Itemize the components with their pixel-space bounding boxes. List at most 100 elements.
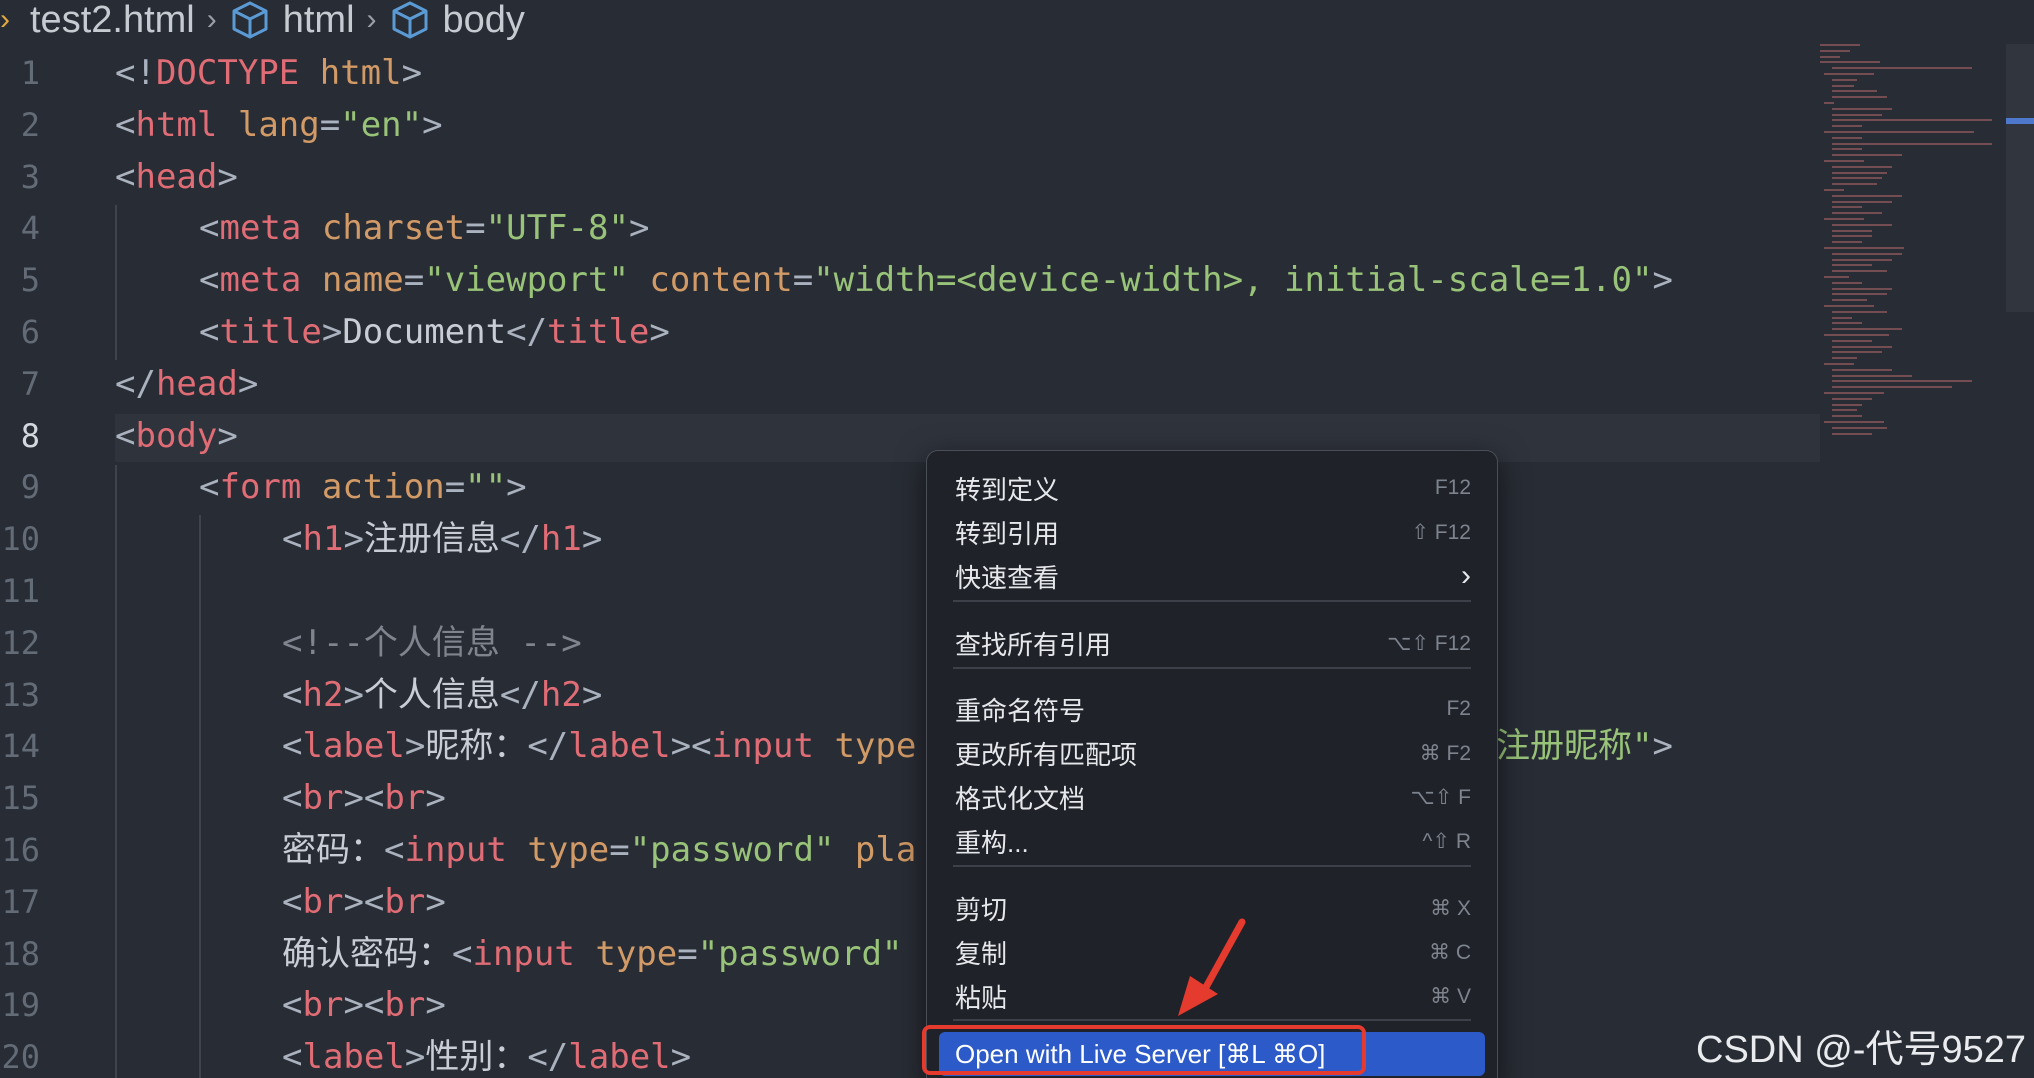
line-number: 4 (20, 209, 40, 248)
code-token: </ (527, 1037, 569, 1078)
code-line[interactable]: <h1>注册信息</h1> (282, 513, 602, 565)
minimap-line (1820, 55, 1840, 58)
code-token: 确认密码： (282, 933, 452, 974)
chevron-right-icon: › (0, 3, 10, 36)
code-token: < (452, 933, 473, 974)
menu-item-find-all-references[interactable]: 查找所有引用 ⌥⇧ F12 (927, 621, 1497, 665)
minimap-line (1824, 160, 1864, 162)
code-token: < (199, 312, 220, 352)
minimap-line (1824, 73, 1874, 75)
line-number: 2 (20, 105, 40, 144)
menu-item-shortcut: ⌘ V (1430, 984, 1471, 1008)
code-token: "" (465, 467, 507, 508)
code-line[interactable]: <head> (115, 151, 238, 203)
chevron-right-icon: › (1461, 559, 1471, 592)
code-token: pla (854, 830, 917, 870)
minimap-line (1820, 61, 1880, 64)
code-line-tail[interactable]: 注册昵称"> (1496, 720, 1673, 772)
code-line[interactable]: <form action=""> (199, 461, 527, 513)
code-line[interactable]: 确认密码：<input type="password" (282, 928, 902, 980)
code-line[interactable]: <meta charset="UTF-8"> (199, 202, 649, 254)
menu-item-shortcut: F2 (1446, 697, 1471, 720)
menu-item-refactor[interactable]: 重构... ^⇧ R (927, 819, 1497, 863)
code-line[interactable]: <label>性别：</label> (282, 1031, 691, 1078)
code-line[interactable]: <!DOCTYPE html> (115, 47, 422, 99)
menu-item-shortcut: ⌘ C (1429, 940, 1471, 964)
line-number: 8 (20, 416, 40, 455)
code-token: h2 (540, 674, 582, 715)
code-token: type (595, 933, 678, 974)
code-token: < (282, 726, 303, 767)
code-line[interactable]: <html lang="en"> (115, 99, 443, 151)
minimap-line (1832, 415, 1862, 418)
menu-item-format-document[interactable]: 格式化文档 ⌥⇧ F (927, 775, 1497, 819)
code-token: </ (499, 674, 541, 715)
breadcrumb-file[interactable]: test2.html (30, 0, 195, 42)
minimap-line (1832, 432, 1872, 435)
code-line[interactable]: <br><br> (282, 979, 446, 1031)
menu-item-shortcut: ⇧ F12 (1411, 520, 1471, 544)
editor-window: › test2.html › html › body 1 <!DOCTYPE ht… (0, 0, 2034, 1078)
line-number: 6 (20, 313, 40, 351)
code-token: > (1652, 726, 1673, 767)
code-token: name (321, 260, 404, 301)
code-line[interactable]: <br><br> (282, 772, 446, 824)
code-token: > (670, 1037, 692, 1078)
breadcrumb-separator-icon: › (366, 3, 377, 36)
menu-item-go-to-references[interactable]: 转到引用 ⇧ F12 (927, 510, 1497, 554)
code-token: br (302, 778, 344, 819)
code-token: > (343, 519, 364, 560)
minimap-line (1824, 305, 1874, 307)
menu-item-go-to-definition[interactable]: 转到定义 F12 (927, 466, 1497, 510)
minimap-line (1832, 345, 1892, 348)
code-line[interactable]: <meta name="viewport" content="width=<de… (199, 254, 1673, 306)
code-token: Document (342, 312, 507, 352)
code-line[interactable]: <br><br> (282, 876, 446, 928)
menu-item-shortcut: ⌥⇧ F (1410, 785, 1471, 809)
breadcrumb-item-html[interactable]: html (283, 0, 355, 42)
minimap-line (1832, 171, 1887, 174)
code-token: >< (343, 881, 385, 922)
line-number: 14 (1, 727, 40, 766)
code-token: > (217, 415, 238, 456)
line-number: 5 (20, 261, 40, 300)
line-number: 7 (20, 364, 40, 403)
code-token: > (237, 363, 259, 404)
line-number: 11 (1, 572, 40, 610)
cube-icon (229, 0, 271, 41)
code-token: head (135, 156, 218, 197)
scrollbar[interactable] (2006, 44, 2034, 312)
code-token: 昵称： (425, 726, 528, 767)
menu-item-peek[interactable]: 快速查看 › (927, 554, 1497, 598)
code-token: > (649, 312, 670, 352)
code-line[interactable]: <h2>个人信息</h2> (282, 669, 602, 721)
minimap-line (1832, 229, 1872, 232)
minimap-line (1832, 148, 1862, 151)
line-number: 20 (1, 1038, 40, 1077)
minimap-line (1832, 165, 1892, 168)
code-line[interactable]: <title>Document</title> (199, 306, 670, 358)
code-line[interactable]: 密码：<input type="password" pla (282, 824, 916, 876)
minimap[interactable] (1820, 44, 1992, 444)
code-line[interactable]: <label>昵称：</label><input type (282, 720, 916, 772)
code-token: br (302, 985, 344, 1026)
code-token: = (319, 104, 341, 145)
menu-item-rename-symbol[interactable]: 重命名符号 F2 (927, 687, 1497, 731)
code-token: = (609, 830, 630, 870)
code-line[interactable]: </head> (115, 358, 258, 410)
minimap-line (1832, 270, 1887, 273)
breadcrumb: › test2.html › html › body (0, 0, 525, 42)
code-token: > (581, 674, 603, 715)
menu-item-change-all-occurrences[interactable]: 更改所有匹配项 ⌘ F2 (927, 731, 1497, 775)
code-line[interactable]: <!--个人信息 --> (282, 617, 582, 669)
watermark: CSDN @-代号9527 (1696, 1029, 2026, 1071)
minimap-line (1824, 189, 1844, 191)
line-number: 10 (1, 520, 40, 559)
minimap-line (1832, 84, 1854, 87)
minimap-line (1832, 96, 1887, 99)
code-token: > (343, 674, 364, 715)
code-token: "password" (629, 830, 835, 870)
breadcrumb-item-body[interactable]: body (443, 0, 525, 42)
code-line[interactable]: <body> (115, 410, 238, 462)
